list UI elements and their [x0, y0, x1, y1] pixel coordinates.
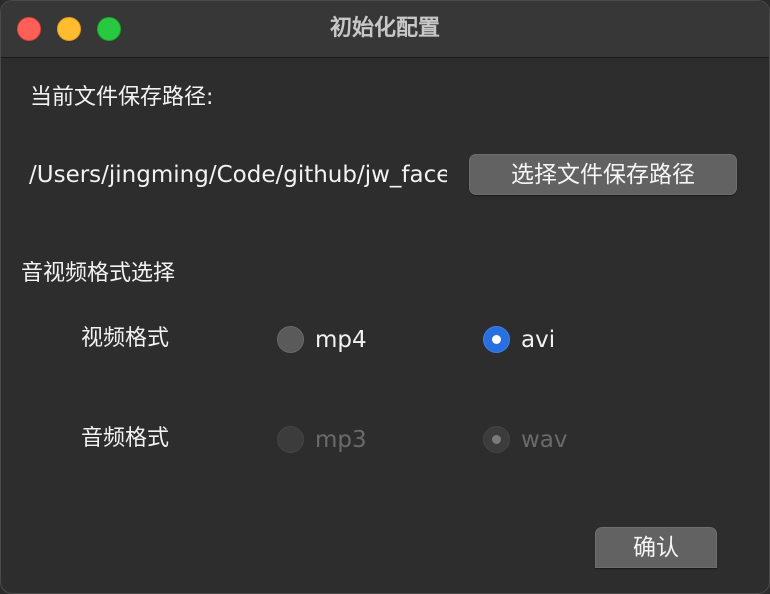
save-path-value: /Users/jingming/Code/github/jw_face	[29, 162, 447, 188]
radio-wav	[483, 426, 510, 453]
save-path-label: 当前文件保存路径:	[30, 85, 214, 110]
radio-wav-label: wav	[521, 427, 568, 453]
format-section-heading: 音视频格式选择	[21, 261, 176, 286]
radio-mp4[interactable]	[277, 326, 304, 353]
title-bar[interactable]: 初始化配置	[1, 1, 769, 58]
config-window: 初始化配置 当前文件保存路径: /Users/jingming/Code/git…	[0, 0, 770, 594]
video-format-label: 视频格式	[81, 326, 170, 351]
choose-save-path-button[interactable]: 选择文件保存路径	[469, 154, 737, 195]
radio-avi[interactable]	[483, 326, 510, 353]
radio-mp3	[277, 426, 304, 453]
audio-format-label: 音频格式	[81, 426, 170, 451]
confirm-button[interactable]: 确认	[595, 527, 717, 568]
radio-mp4-label[interactable]: mp4	[315, 325, 367, 355]
radio-avi-label[interactable]: avi	[521, 325, 555, 355]
radio-mp3-label: mp3	[315, 427, 367, 453]
window-title: 初始化配置	[329, 16, 440, 41]
